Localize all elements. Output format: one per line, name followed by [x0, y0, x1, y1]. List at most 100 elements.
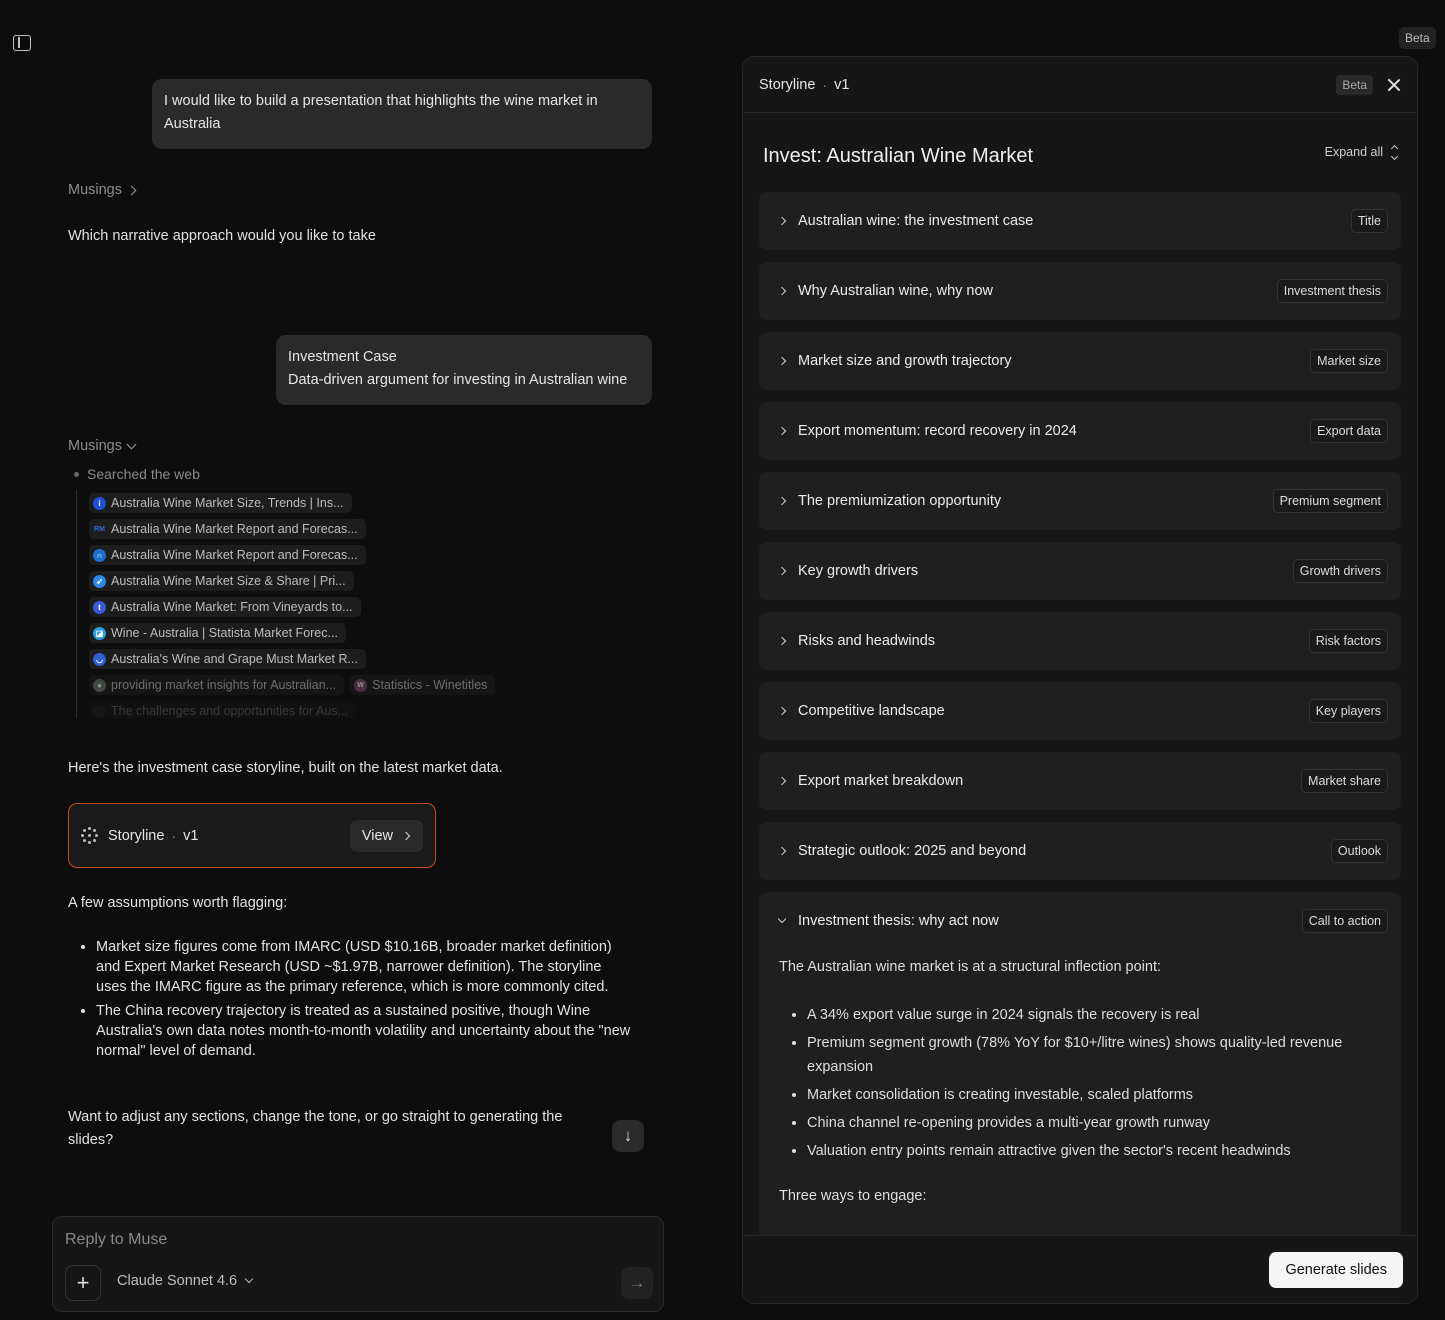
panel-footer: Generate slides — [743, 1235, 1417, 1303]
section-tag: Investment thesis — [1276, 279, 1388, 303]
source-chip[interactable]: The challenges and opportunities for Aus… — [89, 701, 356, 718]
source-favicon-icon: ◪ — [93, 626, 106, 640]
panel-header: Storyline · v1 Beta — [743, 57, 1417, 113]
model-selector[interactable]: Claude Sonnet 4.6 — [117, 1273, 254, 1289]
source-chip[interactable]: RM Australia Wine Market Report and Forec… — [89, 519, 366, 539]
chevron-right-icon — [126, 185, 137, 195]
musings-label: Musings — [68, 438, 122, 454]
view-label: View — [361, 827, 393, 844]
source-chip[interactable]: ◡ Australia's Wine and Grape Must Market … — [89, 649, 366, 669]
source-favicon-icon: ◡ — [93, 652, 106, 666]
section-tag: Premium segment — [1272, 489, 1388, 513]
source-title: Australia Wine Market: From Vineyards to… — [111, 600, 353, 614]
section-row[interactable]: Key growth drivers Growth drivers — [759, 542, 1401, 600]
composer[interactable]: Reply to Muse + Claude Sonnet 4.6 → — [52, 1216, 664, 1312]
section-row[interactable]: Export momentum: record recovery in 2024… — [759, 402, 1401, 460]
engage-heading: Three ways to engage: — [779, 1188, 927, 1204]
source-chip[interactable]: i Australia Wine Market Size, Trends | In… — [89, 493, 352, 513]
source-chip[interactable]: W Statistics - Winetitles — [350, 675, 496, 695]
send-button[interactable]: → — [621, 1267, 653, 1299]
source-favicon-icon: RM — [94, 525, 105, 533]
panel-separator: · — [822, 76, 828, 93]
section-row[interactable]: Risks and headwinds Risk factors — [759, 612, 1401, 670]
chevron-right-icon — [777, 566, 787, 576]
section-row[interactable]: Strategic outlook: 2025 and beyond Outloo… — [759, 822, 1401, 880]
add-attachment-button[interactable]: + — [65, 1265, 101, 1301]
panel-version: v1 — [834, 76, 850, 93]
chevron-right-icon — [777, 286, 787, 296]
section-tag: Title — [1350, 209, 1388, 233]
list-item: China channel re-opening provides a mult… — [807, 1111, 1381, 1135]
section-body: The Australian wine market is at a struc… — [759, 956, 1401, 1208]
section-row[interactable]: Export market breakdown Market share — [759, 752, 1401, 810]
user-choice: Investment Case Data-driven argument for… — [276, 335, 652, 405]
chevron-right-icon — [777, 706, 787, 716]
expand-all-button[interactable]: Expand all — [1324, 144, 1399, 160]
closing-question: Want to adjust any sections, change the … — [68, 1109, 563, 1148]
source-chip[interactable]: ● providing market insights for Australia… — [89, 675, 345, 695]
section-list: Australian wine: the investment case Titl… — [759, 192, 1401, 1292]
section-row[interactable]: Market size and growth trajectory Market … — [759, 332, 1401, 390]
musings-toggle-expanded[interactable]: Musings — [68, 438, 137, 454]
section-title: Competitive landscape — [798, 703, 945, 719]
expand-all-label: Expand all — [1324, 145, 1383, 159]
arrow-right-icon: → — [628, 1273, 646, 1292]
section-tag: Market size — [1310, 349, 1388, 373]
section-title: Market size and growth trajectory — [798, 353, 1012, 369]
chevron-right-icon — [777, 776, 787, 786]
musings-label: Musings — [68, 182, 122, 198]
list-item: Valuation entry points remain attractive… — [807, 1139, 1381, 1163]
arrow-down-icon: ↓ — [623, 1126, 633, 1145]
source-favicon-icon: W — [354, 678, 368, 692]
section-tag: Call to action — [1301, 909, 1388, 933]
section-tag: Key players — [1308, 699, 1388, 723]
source-title: Australia Wine Market Report and Forecas… — [111, 548, 358, 562]
searched-label: Searched the web — [87, 466, 200, 482]
scroll-down-button[interactable]: ↓ — [612, 1120, 644, 1152]
source-favicon-icon: ● — [93, 678, 106, 692]
chevron-right-icon — [777, 846, 787, 856]
storyline-intro: Here's the investment case storyline, bu… — [68, 760, 503, 776]
source-title: The challenges and opportunities for Aus… — [111, 704, 348, 718]
reply-input[interactable]: Reply to Muse — [65, 1231, 167, 1249]
source-title: Statistics - Winetitles — [372, 678, 488, 692]
storyline-icon — [81, 826, 99, 845]
source-title: Australia Wine Market Size, Trends | Ins… — [111, 496, 344, 510]
musings-toggle[interactable]: Musings — [68, 182, 137, 198]
source-chip[interactable]: ➶ Australia Wine Market Size & Share | Pr… — [89, 571, 354, 591]
list-item: A 34% export value surge in 2024 signals… — [807, 1003, 1381, 1027]
card-version: v1 — [183, 827, 199, 844]
list-item: Market consolidation is creating investa… — [807, 1083, 1381, 1107]
assistant-question: Which narrative approach would you like … — [68, 228, 376, 244]
chevron-right-icon — [401, 831, 411, 840]
source-chip[interactable]: ◪ Wine - Australia | Statista Market Fore… — [89, 623, 346, 643]
section-intro: The Australian wine market is at a struc… — [779, 959, 1162, 975]
view-button[interactable]: View — [349, 819, 423, 852]
storyline-panel: Storyline · v1 Beta Invest: Australian W… — [742, 56, 1418, 1304]
assumptions-heading: A few assumptions worth flagging: — [68, 895, 288, 911]
generate-slides-button[interactable]: Generate slides — [1269, 1252, 1403, 1288]
list-item: The China recovery trajectory is treated… — [96, 1001, 636, 1061]
chevron-right-icon — [777, 356, 787, 366]
storyline-card[interactable]: Storyline · v1 View — [68, 803, 436, 868]
section-tag: Outlook — [1330, 839, 1388, 863]
source-chip[interactable]: t Australia Wine Market: From Vineyards t… — [89, 597, 361, 617]
user-message: I would like to build a presentation tha… — [152, 79, 652, 149]
section-title: Strategic outlook: 2025 and beyond — [798, 843, 1027, 859]
panel-beta-badge: Beta — [1336, 74, 1373, 95]
bullet-dot — [74, 471, 79, 477]
chat-column: I would like to build a presentation tha… — [0, 0, 720, 1320]
card-title: Storyline — [108, 827, 165, 844]
user-message-text: I would like to build a presentation tha… — [164, 93, 598, 132]
section-row-expanded[interactable]: Investment thesis: why act now Call to a… — [759, 892, 1401, 950]
close-icon[interactable] — [1387, 78, 1401, 92]
section-points: A 34% export value surge in 2024 signals… — [807, 1003, 1381, 1163]
source-title: Australia's Wine and Grape Must Market R… — [111, 652, 358, 666]
section-row[interactable]: The premiumization opportunity Premium se… — [759, 472, 1401, 530]
section-row[interactable]: Australian wine: the investment case Titl… — [759, 192, 1401, 250]
section-row[interactable]: Competitive landscape Key players — [759, 682, 1401, 740]
source-chip[interactable]: ∩ Australia Wine Market Report and Foreca… — [89, 545, 366, 565]
section-row[interactable]: Why Australian wine, why now Investment t… — [759, 262, 1401, 320]
section-title: The premiumization opportunity — [798, 493, 1002, 509]
chevron-up-down-icon — [1390, 144, 1399, 160]
